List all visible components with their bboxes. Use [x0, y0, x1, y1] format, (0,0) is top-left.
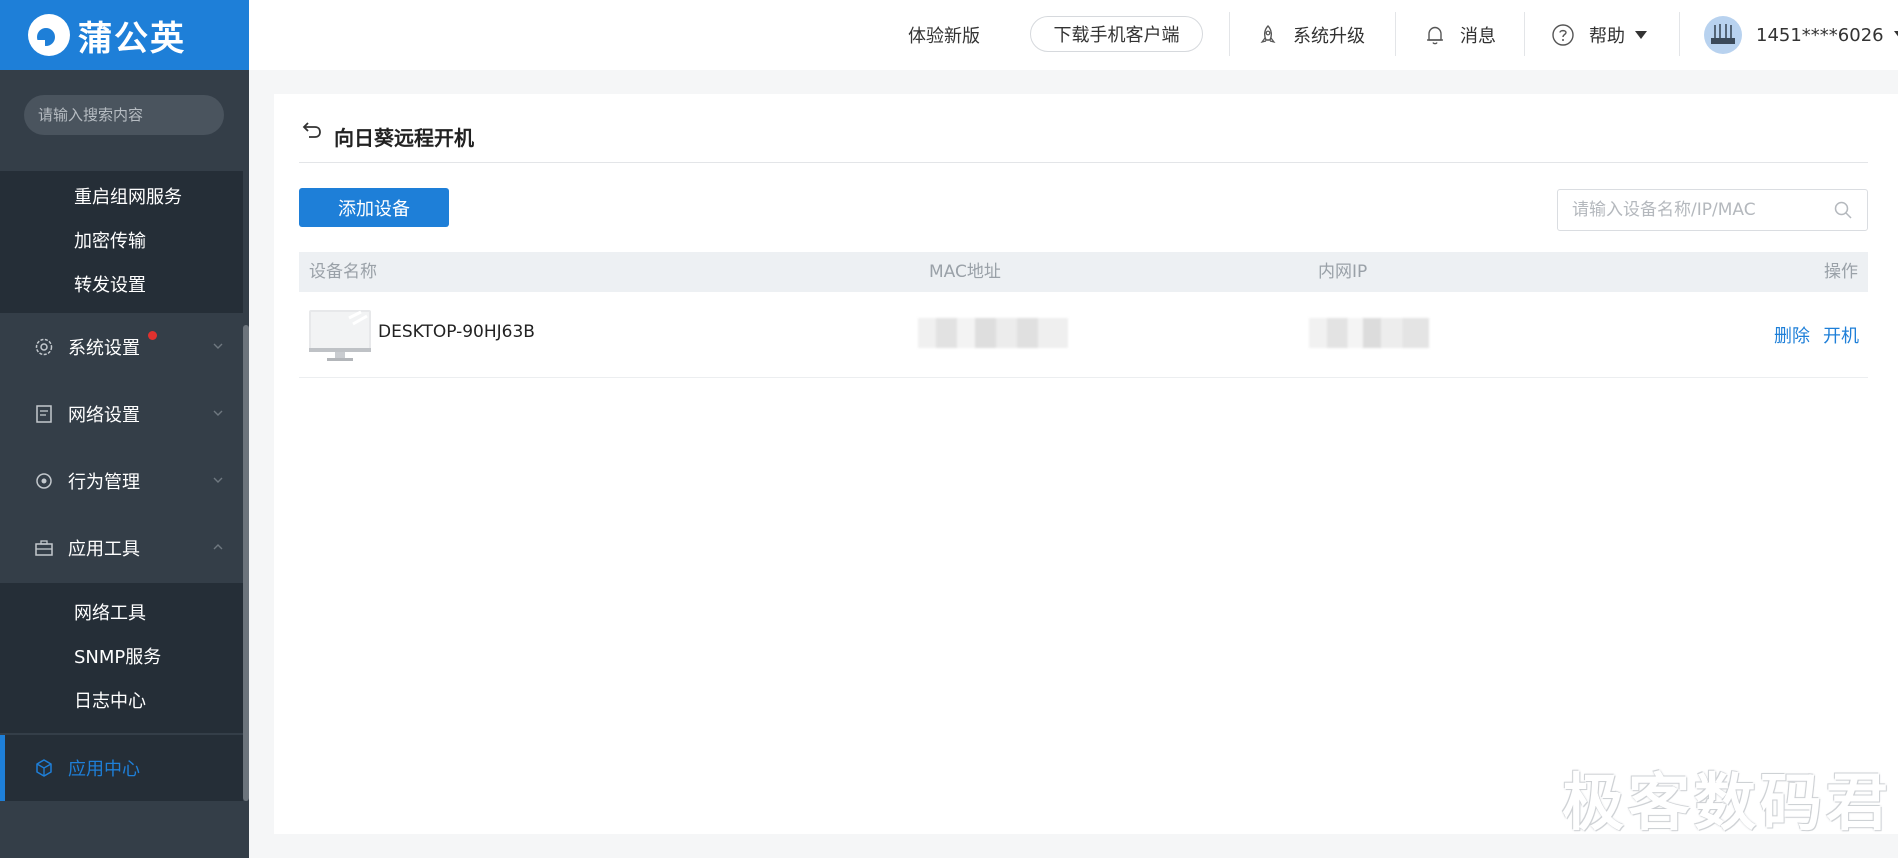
- caret-down-icon: [1893, 31, 1898, 39]
- avatar: [1704, 16, 1742, 54]
- chevron-down-icon: [213, 477, 223, 483]
- rocket-icon: [1260, 25, 1276, 43]
- gear-icon: [34, 337, 54, 357]
- column-mac: MAC地址: [929, 262, 1001, 282]
- submenu-item-restart-service[interactable]: 重启组网服务: [0, 176, 243, 220]
- sidebar-item-app-tools[interactable]: 应用工具: [0, 518, 243, 578]
- help-label: 帮助: [1589, 26, 1625, 47]
- messages-link[interactable]: 消息: [1424, 0, 1496, 70]
- new-version-link[interactable]: 体验新版: [908, 0, 980, 70]
- behavior-icon: [34, 471, 54, 491]
- messages-label: 消息: [1460, 26, 1496, 47]
- add-device-button[interactable]: 添加设备: [299, 188, 449, 227]
- column-ip: 内网IP: [1318, 262, 1368, 282]
- submenu-network: 重启组网服务 加密传输 转发设置: [0, 171, 243, 313]
- page-title: 向日葵远程开机: [334, 126, 474, 150]
- upgrade-link[interactable]: 系统升级: [1257, 0, 1365, 70]
- help-menu[interactable]: 帮助: [1551, 0, 1647, 70]
- ip-address-redacted: [1309, 318, 1429, 348]
- toolbox-icon: [34, 538, 54, 558]
- submenu-item-encrypted-transfer[interactable]: 加密传输: [0, 220, 243, 264]
- download-client-button[interactable]: 下载手机客户端: [1030, 16, 1203, 52]
- sidebar-item-label: 应用工具: [68, 539, 140, 560]
- header-divider: [1229, 12, 1230, 56]
- watermark: 极客数码君: [1562, 766, 1893, 839]
- device-search[interactable]: [1557, 189, 1868, 231]
- network-settings-icon: [34, 404, 54, 424]
- upgrade-label: 系统升级: [1293, 26, 1365, 47]
- submenu-app-tools: 网络工具 SNMP服务 日志中心: [0, 583, 243, 733]
- submenu-item-log-center[interactable]: 日志中心: [0, 680, 243, 724]
- table-row: DESKTOP-90HJ63B 删除 开机: [299, 292, 1868, 378]
- submenu-item-snmp[interactable]: SNMP服务: [0, 636, 243, 680]
- monitor-icon: [309, 310, 371, 361]
- router-icon: [1711, 24, 1735, 44]
- account-name: 1451****6026: [1756, 24, 1884, 46]
- column-actions: 操作: [1824, 262, 1858, 282]
- sidebar-item-app-center[interactable]: 应用中心: [0, 735, 243, 801]
- sidebar: 蒲公英 重启组网服务 加密传输 转发设置 系统设置 网络设置 行为管理: [0, 0, 249, 858]
- submenu-item-network-tools[interactable]: 网络工具: [0, 592, 243, 636]
- sidebar-item-system-settings[interactable]: 系统设置: [0, 317, 243, 377]
- sidebar-item-label: 系统设置: [68, 338, 140, 359]
- mac-address-redacted: [918, 318, 1068, 348]
- header-divider: [1524, 12, 1525, 56]
- power-on-button[interactable]: 开机: [1823, 322, 1859, 348]
- sidebar-item-behavior-management[interactable]: 行为管理: [0, 451, 243, 511]
- header-divider: [1679, 12, 1680, 56]
- delete-button[interactable]: 删除: [1774, 322, 1810, 348]
- account-menu[interactable]: 1451****6026: [1704, 0, 1898, 70]
- sidebar-search-input[interactable]: [38, 106, 232, 124]
- chevron-down-icon: [213, 343, 223, 349]
- chevron-up-icon: [213, 544, 223, 550]
- column-device-name: 设备名称: [309, 262, 377, 282]
- back-arrow-icon[interactable]: [300, 118, 324, 142]
- dandelion-logo-icon: [28, 14, 70, 56]
- caret-down-icon: [1635, 31, 1647, 39]
- device-search-input[interactable]: [1572, 200, 1833, 220]
- device-name: DESKTOP-90HJ63B: [378, 322, 535, 342]
- sidebar-item-label: 应用中心: [68, 759, 140, 780]
- cube-icon: [34, 758, 54, 778]
- sidebar-search[interactable]: [24, 95, 232, 135]
- notification-dot: [148, 331, 157, 340]
- sidebar-item-label: 网络设置: [68, 405, 140, 426]
- title-divider: [299, 162, 1868, 163]
- brand-logo[interactable]: 蒲公英: [0, 0, 249, 70]
- sidebar-item-network-settings[interactable]: 网络设置: [0, 384, 243, 444]
- header-divider: [1395, 12, 1396, 56]
- bell-icon: [1427, 26, 1443, 45]
- submenu-item-forward-settings[interactable]: 转发设置: [0, 264, 243, 308]
- search-icon[interactable]: [1833, 200, 1853, 220]
- chevron-down-icon: [213, 410, 223, 416]
- brand-name: 蒲公英: [78, 18, 186, 59]
- table-header: 设备名称 MAC地址 内网IP 操作: [299, 252, 1868, 292]
- question-icon: [1552, 24, 1574, 46]
- sidebar-item-label: 行为管理: [68, 472, 140, 493]
- top-header: 体验新版 下载手机客户端 系统升级 消息 帮助 1451****6026: [249, 0, 1898, 70]
- sidebar-scrollbar[interactable]: [243, 325, 249, 801]
